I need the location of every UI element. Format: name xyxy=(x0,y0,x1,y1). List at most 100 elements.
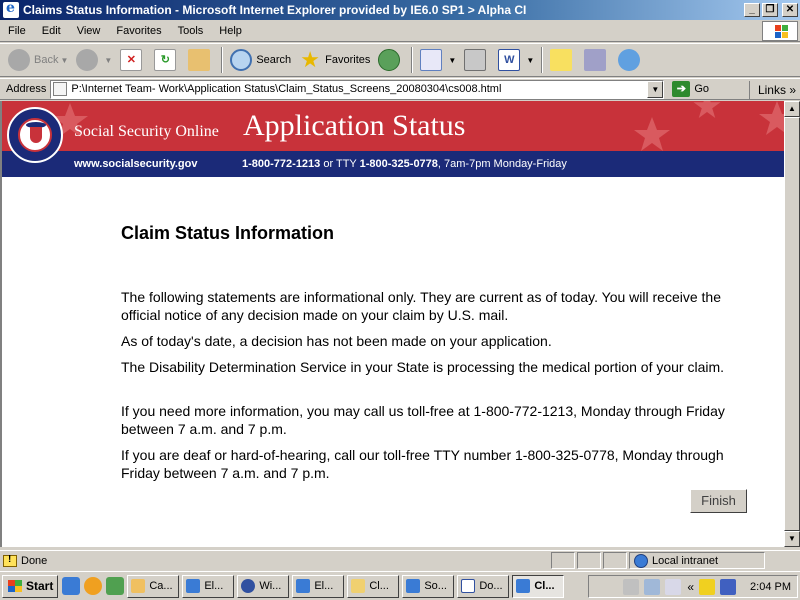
ie-icon xyxy=(516,579,531,593)
quicklaunch-ie-icon[interactable] xyxy=(62,577,81,595)
warning-icon xyxy=(3,554,17,567)
clock[interactable]: 2:04 PM xyxy=(750,581,791,593)
taskbar-label: El... xyxy=(314,580,334,592)
stop-icon: ✕ xyxy=(120,49,143,71)
menu-view[interactable]: View xyxy=(69,25,109,37)
tray-pen-icon[interactable] xyxy=(665,578,682,595)
refresh-button[interactable]: ↻ xyxy=(150,46,184,74)
search-icon xyxy=(230,49,253,71)
home-button[interactable] xyxy=(184,46,218,74)
research-icon xyxy=(584,49,607,71)
address-input[interactable]: P:\Internet Team- Work\Application Statu… xyxy=(50,79,665,99)
ie-icon xyxy=(186,579,201,593)
security-zone: Local intranet xyxy=(629,552,765,569)
tray-app-icon[interactable] xyxy=(699,578,716,595)
minimize-button[interactable]: _ xyxy=(744,3,760,17)
note-icon xyxy=(550,49,573,71)
forward-button[interactable]: ▼ xyxy=(72,46,116,74)
intranet-icon xyxy=(634,553,648,568)
tty-label: or TTY xyxy=(320,158,360,170)
taskbar-label: Wi... xyxy=(259,580,282,592)
maximize-button[interactable]: ❐ xyxy=(762,3,778,17)
stop-button[interactable]: ✕ xyxy=(116,46,150,74)
tray-expand-button[interactable]: « xyxy=(687,580,694,594)
star-icon: ★ xyxy=(300,47,321,72)
star-decoration-icon xyxy=(693,101,721,118)
taskbar-button-media[interactable]: Wi... xyxy=(237,574,290,598)
ssa-seal-logo[interactable] xyxy=(7,107,63,163)
folder-icon xyxy=(351,579,366,593)
system-tray: « 2:04 PM xyxy=(588,575,798,598)
brand-name[interactable]: Social Security Online xyxy=(74,123,219,141)
windows-flag-icon xyxy=(7,579,23,593)
address-label: Address xyxy=(6,83,47,95)
contact-line: 1-800-772-1213 or TTY 1-800-325-0778, 7a… xyxy=(242,158,567,170)
close-button[interactable]: ✕ xyxy=(782,3,798,17)
taskbar-button-claims[interactable]: Cl... xyxy=(512,574,565,598)
scroll-down-button[interactable]: ▼ xyxy=(784,531,800,547)
print-button[interactable] xyxy=(460,46,494,74)
search-button[interactable]: Search xyxy=(226,46,295,74)
word-icon xyxy=(461,579,476,593)
menu-bar: File Edit View Favorites Tools Help xyxy=(0,20,800,42)
taskbar-button-document[interactable]: Do... xyxy=(457,574,510,598)
windows-logo-icon xyxy=(762,21,798,41)
messenger-icon xyxy=(618,49,641,71)
taskbar-button-folder[interactable]: Cl... xyxy=(347,574,400,598)
ie-window: Claims Status Information - Microsoft In… xyxy=(0,0,800,600)
menu-help[interactable]: Help xyxy=(211,25,250,37)
page-icon xyxy=(53,82,68,96)
star-decoration-icon xyxy=(634,117,670,151)
taskbar-label: Cl... xyxy=(369,580,389,592)
mail-button[interactable]: ▼ xyxy=(416,46,460,74)
quicklaunch-app-icon[interactable] xyxy=(106,577,125,595)
taskbar-button-explorer[interactable]: El... xyxy=(182,574,235,598)
standard-toolbar: Back ▼ ▼ ✕ ↻ Search ★ Favorites ▼ W ▼ xyxy=(0,43,800,77)
home-icon xyxy=(188,49,211,71)
ie-icon xyxy=(406,579,421,593)
chevron-down-icon: ▼ xyxy=(60,55,69,65)
edit-button[interactable]: W ▼ xyxy=(494,46,538,74)
go-button[interactable]: ➔ Go xyxy=(668,81,713,97)
site-url[interactable]: www.socialsecurity.gov xyxy=(74,158,198,170)
paragraph-dds: The Disability Determination Service in … xyxy=(121,359,725,375)
start-button[interactable]: Start xyxy=(2,574,59,598)
address-value: P:\Internet Team- Work\Application Statu… xyxy=(71,83,502,95)
back-button[interactable]: Back ▼ xyxy=(4,46,72,74)
menu-edit[interactable]: Edit xyxy=(34,25,69,37)
menu-favorites[interactable]: Favorites xyxy=(108,25,169,37)
phone-number: 1-800-772-1213 xyxy=(242,158,321,170)
menu-tools[interactable]: Tools xyxy=(170,25,212,37)
tray-tool-icon[interactable] xyxy=(623,578,640,595)
go-label: Go xyxy=(694,83,710,95)
favorites-button[interactable]: ★ Favorites xyxy=(295,46,374,74)
menu-file[interactable]: File xyxy=(0,25,34,37)
refresh-icon: ↻ xyxy=(154,49,177,71)
research-button[interactable] xyxy=(580,46,614,74)
taskbar-button-calendar[interactable]: Ca... xyxy=(127,574,180,598)
address-dropdown-button[interactable]: ▼ xyxy=(647,80,664,98)
back-arrow-icon xyxy=(8,49,30,71)
messenger-button[interactable] xyxy=(614,46,648,74)
taskbar-button-explorer-2[interactable]: El... xyxy=(292,574,345,598)
chevron-down-icon: ▼ xyxy=(104,55,113,65)
page-viewport: Social Security Online Application Statu… xyxy=(0,101,784,547)
paragraph-decision: As of today's date, a decision has not b… xyxy=(121,333,552,349)
scroll-thumb[interactable] xyxy=(784,117,800,531)
history-button[interactable] xyxy=(374,46,408,74)
tray-monitor-icon[interactable] xyxy=(720,578,737,595)
mail-icon xyxy=(420,49,443,71)
quicklaunch-clock-icon[interactable] xyxy=(84,577,103,595)
shield-icon xyxy=(30,127,42,143)
finish-button[interactable]: Finish xyxy=(690,489,747,513)
links-button[interactable]: Links » xyxy=(748,81,796,99)
toolbar-separator xyxy=(221,47,224,73)
discuss-button[interactable] xyxy=(546,46,580,74)
taskbar-label: Do... xyxy=(479,580,503,592)
taskbar-button-social[interactable]: So... xyxy=(402,574,455,598)
search-label: Search xyxy=(256,54,292,66)
vertical-scrollbar[interactable]: ▲ ▼ xyxy=(784,101,800,547)
taskbar-label: El... xyxy=(204,580,224,592)
scroll-up-button[interactable]: ▲ xyxy=(784,101,800,117)
tray-network-icon[interactable] xyxy=(644,578,661,595)
